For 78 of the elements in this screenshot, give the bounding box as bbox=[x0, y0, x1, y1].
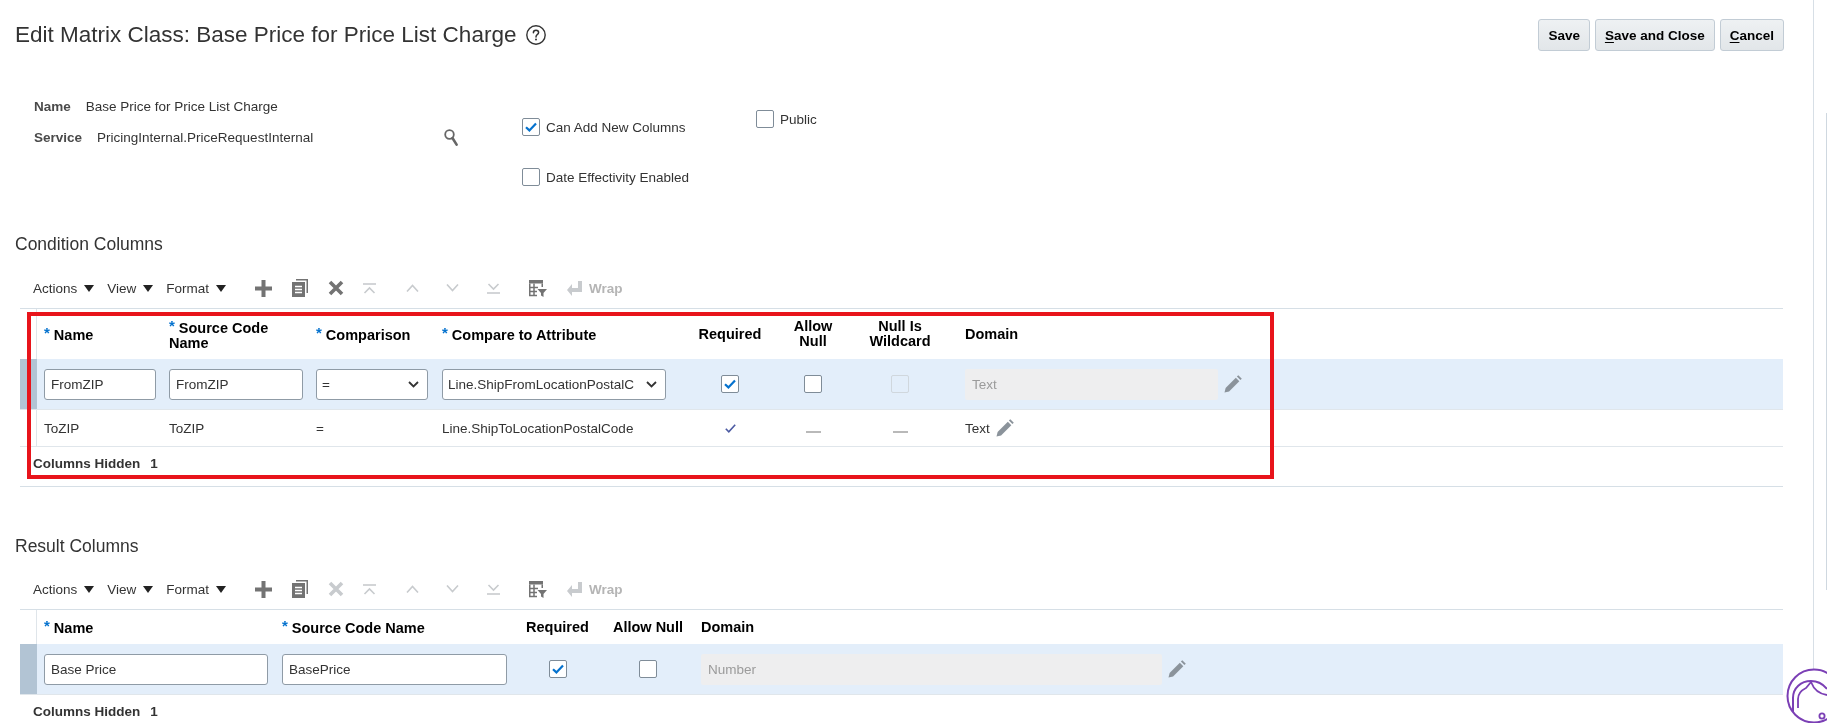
hidden-count: 1 bbox=[150, 703, 158, 721]
table-cell: ToZIP bbox=[169, 420, 205, 436]
x-icon[interactable] bbox=[328, 280, 345, 296]
table-row[interactable]: Base Price BasePrice Number bbox=[20, 644, 1783, 695]
search-icon[interactable] bbox=[444, 128, 458, 146]
column-header: Required bbox=[698, 326, 762, 342]
checkbox[interactable] bbox=[756, 110, 774, 128]
checkbox[interactable] bbox=[721, 375, 739, 393]
return-arrow-icon bbox=[567, 581, 583, 597]
menu-button[interactable]: Actions bbox=[33, 581, 95, 597]
table-row[interactable]: ToZIP ToZIP = Line.ShipToLocationPostalCode Text bbox=[20, 410, 1783, 447]
section-title: Condition Columns bbox=[15, 233, 164, 255]
pencil-icon[interactable] bbox=[1224, 375, 1242, 393]
menu-button[interactable]: Actions bbox=[33, 280, 95, 296]
column-header: Domain bbox=[965, 326, 1019, 342]
caret-down-icon bbox=[143, 585, 154, 593]
scrollbar[interactable] bbox=[1826, 113, 1827, 590]
chevron-down-icon bbox=[646, 380, 657, 388]
caret-down-icon bbox=[143, 284, 154, 292]
table-cell: = bbox=[316, 420, 324, 436]
checkbox[interactable] bbox=[522, 168, 540, 186]
column-header: Required bbox=[526, 619, 589, 635]
document-icon[interactable] bbox=[292, 580, 309, 598]
menu-button[interactable]: Format bbox=[166, 581, 227, 597]
plus-icon[interactable] bbox=[255, 580, 273, 598]
return-arrow-icon bbox=[567, 280, 583, 296]
input-field[interactable]: Base Price bbox=[44, 653, 268, 685]
caret-down-icon bbox=[84, 284, 95, 292]
hidden-count: 1 bbox=[150, 455, 158, 473]
menu-button[interactable]: View bbox=[107, 280, 154, 296]
checkbox-label: Can Add New Columns bbox=[546, 119, 686, 135]
column-header: Allow Null bbox=[612, 619, 684, 635]
pencil-icon[interactable] bbox=[995, 419, 1014, 437]
save-and-close-button[interactable]: Save and Close bbox=[1594, 19, 1715, 51]
checkbox[interactable] bbox=[804, 375, 822, 393]
dropdown[interactable]: = bbox=[316, 368, 428, 400]
check-icon bbox=[551, 664, 564, 674]
check-icon bbox=[724, 379, 736, 389]
document-icon[interactable] bbox=[292, 279, 309, 297]
caret-down-icon bbox=[216, 284, 227, 292]
table-cell: Line.ShipToLocationPostalCode bbox=[442, 420, 634, 436]
column-header: Null Is Wildcard bbox=[868, 319, 932, 349]
table-filter-icon[interactable] bbox=[529, 580, 548, 598]
field-value: PricingInternal.PriceRequestInternal bbox=[97, 129, 314, 145]
pencil-icon[interactable] bbox=[1168, 660, 1186, 678]
checkbox[interactable] bbox=[522, 118, 540, 136]
table-row[interactable]: FromZIP FromZIP = Line.ShipFromLocationPostalC Text bbox=[20, 359, 1783, 410]
input-field[interactable]: FromZIP bbox=[44, 368, 156, 400]
page-title: Edit Matrix Class: Base Price for Price List Charge bbox=[15, 22, 517, 48]
field-value: Base Price for Price List Charge bbox=[85, 98, 278, 114]
menu-button[interactable]: View bbox=[107, 581, 154, 597]
cancel-button[interactable]: Cancel bbox=[1719, 19, 1784, 51]
column-header: Domain bbox=[701, 619, 755, 635]
column-header: Allow Null bbox=[792, 319, 834, 349]
chevron-down-icon bbox=[408, 380, 419, 388]
checkbox[interactable] bbox=[548, 660, 567, 678]
check-icon bbox=[525, 122, 537, 132]
caret-down-icon bbox=[84, 585, 95, 593]
footer-label: Columns Hidden bbox=[33, 703, 141, 721]
table-cell: ToZIP bbox=[44, 420, 80, 436]
menu-button[interactable]: Format bbox=[166, 280, 227, 296]
field-label: Name bbox=[34, 98, 71, 114]
input-field[interactable]: BasePrice bbox=[282, 653, 507, 685]
section-title: Result Columns bbox=[15, 535, 140, 557]
checkbox[interactable] bbox=[639, 660, 657, 678]
save-button[interactable]: Save bbox=[1538, 19, 1590, 51]
help-icon[interactable] bbox=[526, 25, 547, 45]
dropdown[interactable]: Line.ShipFromLocationPostalC bbox=[442, 368, 666, 400]
plus-icon[interactable] bbox=[255, 279, 273, 297]
caret-down-icon bbox=[216, 585, 227, 593]
checkbox-label: Public bbox=[780, 111, 817, 127]
table-filter-icon[interactable] bbox=[529, 279, 548, 297]
footer-label: Columns Hidden bbox=[33, 455, 141, 473]
input-field[interactable]: FromZIP bbox=[169, 368, 303, 400]
field-label: Service bbox=[34, 129, 83, 145]
checkbox-label: Date Effectivity Enabled bbox=[546, 169, 690, 185]
person-icon[interactable] bbox=[1786, 668, 1827, 723]
table-cell: Text bbox=[965, 420, 990, 436]
